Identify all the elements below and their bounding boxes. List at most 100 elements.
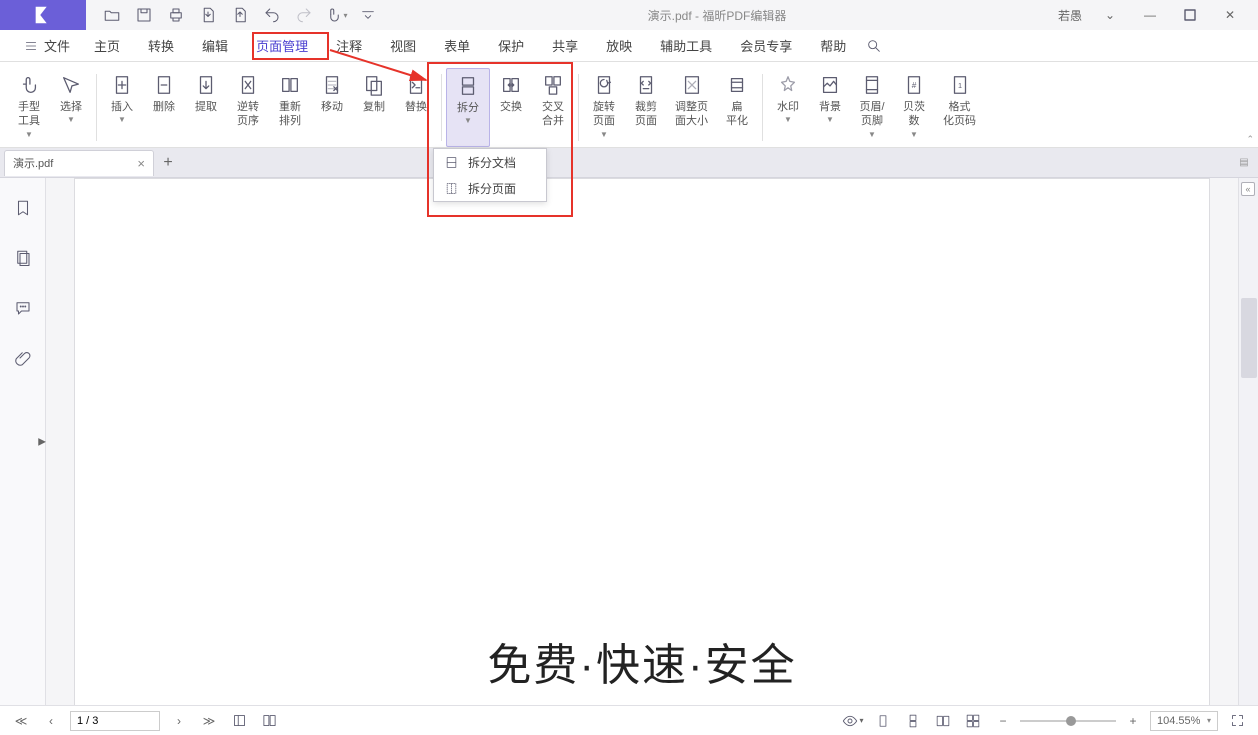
fullscreen-icon[interactable] [1226,710,1248,732]
right-panel-toggle-icon[interactable]: « [1241,182,1255,196]
export-icon[interactable] [192,0,224,30]
tab-close-icon[interactable]: × [137,156,145,171]
redo-icon[interactable] [288,0,320,30]
zoom-value[interactable]: 104.55%▾ [1150,711,1218,731]
ribbon-btn-8[interactable]: 移动 [311,68,353,147]
page-content-text: 免费·快速·安全 [487,629,796,693]
ribbon-icon [361,72,387,98]
pages-icon[interactable] [11,246,35,270]
qat-more-icon[interactable] [352,0,384,30]
layout-icon[interactable] [258,710,280,732]
menu-page-manage[interactable]: 页面管理 [242,30,322,62]
menu-annotate[interactable]: 注释 [322,30,376,62]
menu-convert[interactable]: 转换 [134,30,188,62]
split-document-item[interactable]: 拆分文档 [434,149,546,175]
scrollbar-thumb[interactable] [1241,298,1257,378]
ribbon-label: 插入 [111,100,133,114]
tab-overflow-icon[interactable]: ▤ [1230,149,1258,177]
ribbon-btn-6[interactable]: 逆转页序 [227,68,269,147]
menu-view[interactable]: 视图 [376,30,430,62]
next-page-icon[interactable]: › [168,710,190,732]
facing-page-icon[interactable] [932,710,954,732]
ribbon-btn-3[interactable]: 插入▼ [101,68,143,147]
ribbon-label: 复制 [363,100,385,114]
document-tab-label: 演示.pdf [13,155,53,171]
ribbon-btn-0[interactable]: 手型工具▼ [8,68,50,147]
first-page-icon[interactable]: ≪ [10,710,32,732]
zoom-slider-thumb[interactable] [1066,716,1076,726]
sidebar-expand-icon[interactable]: ▶ [38,436,46,447]
ribbon-btn-18[interactable]: 调整页面大小 [667,68,716,147]
menu-help[interactable]: 帮助 [806,30,860,62]
undo-icon[interactable] [256,0,288,30]
continuous-page-icon[interactable] [902,710,924,732]
ribbon-btn-7[interactable]: 重新排列 [269,68,311,147]
menu-form[interactable]: 表单 [430,30,484,62]
menu-share[interactable]: 共享 [538,30,592,62]
file-menu[interactable]: 文件 [14,30,80,62]
ribbon-btn-4[interactable]: 删除 [143,68,185,147]
menu-home[interactable]: 主页 [80,30,134,62]
ribbon-icon [455,73,481,99]
menu-present[interactable]: 放映 [592,30,646,62]
comments-icon[interactable] [11,296,35,320]
ribbon-btn-14[interactable]: 交叉合并 [532,68,574,147]
window-title: 演示.pdf - 福昕PDF编辑器 [384,7,1050,24]
ribbon-icon [319,72,345,98]
zoom-in-icon[interactable]: + [1122,710,1144,732]
document-canvas[interactable]: 免费·快速·安全 [46,178,1238,705]
menu-edit[interactable]: 编辑 [188,30,242,62]
ribbon-btn-23[interactable]: 页眉/页脚▼ [851,68,893,147]
ribbon-btn-21[interactable]: 水印▼ [767,68,809,147]
ribbon-btn-5[interactable]: 提取 [185,68,227,147]
user-name[interactable]: 若愚 [1050,0,1090,30]
attachment-icon[interactable] [11,346,35,370]
zoom-out-icon[interactable]: − [992,710,1014,732]
caret-down-icon: ▼ [67,116,75,124]
pdf-page: 免费·快速·安全 [74,178,1210,705]
collapse-ribbon-icon[interactable]: ⌃ [1246,134,1254,145]
menu-vip[interactable]: 会员专享 [726,30,806,62]
open-icon[interactable] [96,0,128,30]
reflow-icon[interactable] [228,710,250,732]
work-area: ▶ 免费·快速·安全 « [0,178,1258,705]
caret-down-icon: ▼ [600,131,608,139]
ribbon-btn-12[interactable]: 拆分▼ [446,68,490,147]
close-button[interactable]: ✕ [1210,0,1250,30]
read-mode-icon[interactable]: ▾ [842,710,864,732]
import-icon[interactable] [224,0,256,30]
zoom-slider-track[interactable] [1020,720,1116,722]
split-page-item[interactable]: 拆分页面 [434,175,546,201]
ribbon-btn-9[interactable]: 复制 [353,68,395,147]
save-icon[interactable] [128,0,160,30]
ribbon-btn-22[interactable]: 背景▼ [809,68,851,147]
ribbon-btn-1[interactable]: 选择▼ [50,68,92,147]
document-tab[interactable]: 演示.pdf × [4,150,154,176]
bookmark-icon[interactable] [11,196,35,220]
user-dropdown-icon[interactable]: ⌄ [1090,0,1130,30]
menu-search-icon[interactable] [860,38,888,54]
split-doc-icon [444,155,458,169]
ribbon-icon [591,72,617,98]
menu-protect[interactable]: 保护 [484,30,538,62]
ribbon-btn-17[interactable]: 裁剪页面 [625,68,667,147]
ribbon-icon: # [901,72,927,98]
last-page-icon[interactable]: ≫ [198,710,220,732]
menu-accessibility[interactable]: 辅助工具 [646,30,726,62]
single-page-icon[interactable] [872,710,894,732]
new-tab-button[interactable]: + [154,149,182,177]
ribbon-btn-25[interactable]: 1格式化页码 [935,68,984,147]
continuous-facing-icon[interactable] [962,710,984,732]
ribbon-btn-19[interactable]: 扁平化 [716,68,758,147]
prev-page-icon[interactable]: ‹ [40,710,62,732]
ribbon-btn-24[interactable]: #贝茨数▼ [893,68,935,147]
right-scrollbar[interactable]: « [1238,178,1258,705]
touch-icon[interactable]: ▾ [320,0,352,30]
page-number-input[interactable] [70,711,160,731]
maximize-button[interactable] [1170,0,1210,30]
minimize-button[interactable]: — [1130,0,1170,30]
ribbon-btn-10[interactable]: 替换 [395,68,437,147]
ribbon-btn-13[interactable]: 交换 [490,68,532,147]
print-icon[interactable] [160,0,192,30]
ribbon-btn-16[interactable]: 旋转页面▼ [583,68,625,147]
